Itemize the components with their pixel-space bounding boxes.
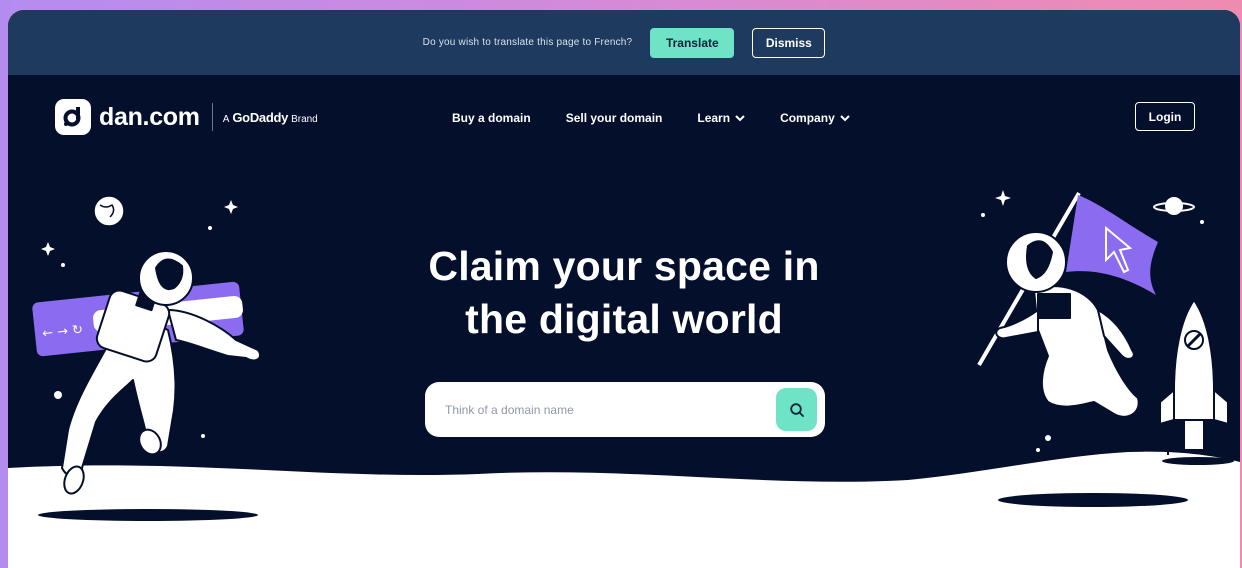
translate-bar: Do you wish to translate this page to Fr…	[8, 10, 1240, 75]
nav-learn[interactable]: Learn	[697, 111, 745, 125]
search-icon	[789, 402, 804, 417]
nav-buy-domain[interactable]: Buy a domain	[452, 111, 531, 125]
nav-company[interactable]: Company	[780, 111, 850, 125]
chevron-down-icon	[735, 115, 745, 122]
nav-label: Sell your domain	[565, 111, 663, 125]
chevron-down-icon	[840, 115, 850, 122]
godaddy-brand: A GoDaddy Brand	[223, 110, 318, 125]
brand-name: GoDaddy	[232, 109, 289, 125]
login-button[interactable]: Login	[1135, 102, 1195, 131]
browser-window: ← → ↻ Do you wish to translate this page…	[8, 10, 1240, 568]
star-icon	[224, 200, 238, 214]
dan-logo-icon	[55, 99, 91, 135]
site-logo[interactable]: dan.com A GoDaddy Brand	[55, 99, 318, 135]
dismiss-button[interactable]: Dismiss	[752, 27, 826, 58]
brand-suffix: Brand	[291, 113, 318, 125]
hero-title: Claim your space in the digital world	[324, 240, 924, 346]
nav-label: Buy a domain	[452, 111, 531, 125]
star-icon	[41, 242, 55, 256]
star-icon	[995, 190, 1011, 206]
rocket-illustration	[1159, 299, 1229, 455]
ground-shadow-right	[998, 493, 1188, 507]
translate-button[interactable]: Translate	[650, 27, 735, 58]
hero-title-line1: Claim your space in	[428, 243, 820, 289]
search-button[interactable]	[776, 388, 817, 431]
hero-title-line2: the digital world	[465, 296, 783, 342]
planet-right	[1153, 197, 1195, 215]
domain-search-input[interactable]	[445, 382, 765, 437]
translate-message: Do you wish to translate this page to Fr…	[422, 37, 633, 48]
ground-shadow-left	[38, 509, 258, 521]
nav-label: Learn	[697, 111, 731, 125]
logo-text: dan.com	[99, 102, 200, 131]
brand-prefix: A	[222, 113, 230, 125]
domain-search-box	[425, 382, 825, 437]
ground-shadow-rocket	[1162, 457, 1234, 465]
site-header: dan.com A GoDaddy Brand Buy a domain Sel…	[8, 75, 1240, 161]
nav-label: Company	[780, 111, 835, 125]
planet-left	[93, 195, 125, 227]
logo-divider	[211, 103, 213, 131]
nav-sell-domain[interactable]: Sell your domain	[566, 111, 663, 125]
main-nav: Buy a domain Sell your domain Learn Comp…	[452, 111, 850, 125]
